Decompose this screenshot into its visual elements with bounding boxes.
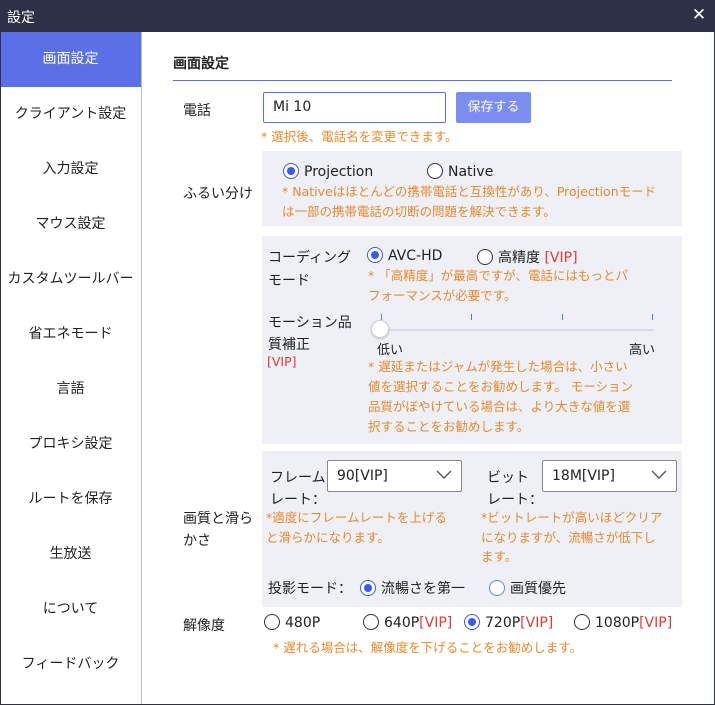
slider-tick	[652, 314, 653, 320]
sidebar-item-about[interactable]: について	[0, 582, 141, 637]
framerate-label-line2: レート：	[270, 492, 326, 508]
sidebar-item-save-route[interactable]: ルートを保存	[0, 472, 141, 527]
resolution-640p-label: 640P	[384, 615, 420, 631]
resolution-1080p-label: 1080P	[595, 615, 640, 631]
avc-hd-label: AVC-HD	[388, 248, 443, 264]
fluency-first-label: 流暢さを第一	[381, 581, 465, 597]
sidebar-item-display[interactable]: 画面設定	[0, 32, 141, 87]
framerate-hint-line1: *適度にフレームレートを上げる	[266, 510, 447, 525]
resolution-label: 解像度	[183, 618, 225, 634]
resolution-720p-radio[interactable]: 720P[VIP]	[464, 614, 553, 631]
projection-radio[interactable]: Projection	[283, 163, 373, 180]
sidebar-item-client[interactable]: クライアント設定	[0, 87, 141, 142]
framerate-hint-line2: と滑らかになります。	[266, 530, 390, 545]
radio-unchecked-icon	[427, 163, 443, 179]
motion-hint-line2: 値を選択することをお勧めします。 モーション	[368, 379, 633, 394]
sidebar-item-input[interactable]: 入力設定	[0, 142, 141, 197]
fluency-first-radio[interactable]: 流暢さを第一	[360, 578, 465, 598]
sidebar-item-language[interactable]: 言語	[0, 362, 141, 417]
slider-tick	[471, 314, 472, 320]
radio-checked-icon	[283, 163, 299, 179]
phone-name-input[interactable]: Mi 10	[263, 92, 446, 123]
motion-hint-line1: * 遅延またはジャムが発生した場合は、小さい	[368, 359, 628, 374]
settings-content: 画面設定 電話 Mi 10 保存する * 選択後、電話名を変更できます。 ふるい…	[142, 32, 715, 705]
resolution-1080p-radio[interactable]: 1080P[VIP]	[574, 614, 672, 631]
coding-hint-line2: フォーマンスが必要です。	[368, 288, 517, 303]
motion-label-line1: モーション品	[268, 315, 352, 331]
heading-divider	[173, 80, 672, 81]
resolution-640p-radio[interactable]: 640P[VIP]	[363, 614, 452, 631]
projection-mode-label: 投影モード：	[268, 581, 352, 597]
avc-hd-radio[interactable]: AVC-HD	[367, 247, 442, 264]
sidebar-item-live[interactable]: 生放送	[0, 527, 141, 582]
resolution-480p-label: 480P	[285, 615, 321, 631]
page-title: 画面設定	[173, 56, 229, 72]
phone-label: 電話	[183, 103, 211, 119]
sidebar-item-proxy[interactable]: プロキシ設定	[0, 417, 141, 472]
radio-checked-icon	[367, 247, 383, 263]
vip-badge: [VIP]	[544, 250, 578, 266]
vip-badge: [VIP]	[520, 615, 554, 631]
radio-unchecked-icon	[574, 614, 590, 630]
quality-label-line1: 画質と滑ら	[183, 511, 253, 527]
resolution-720p-label: 720P	[485, 615, 521, 631]
radio-unchecked-icon	[477, 249, 493, 265]
motion-slider-track[interactable]	[378, 329, 654, 331]
native-radio[interactable]: Native	[427, 163, 493, 180]
projection-label: Projection	[304, 164, 374, 180]
radio-checked-icon	[464, 614, 480, 630]
sidebar: 画面設定 クライアント設定 入力設定 マウス設定 カスタムツールバー 省エネモー…	[0, 32, 142, 705]
bitrate-label-line2: レート：	[487, 492, 543, 508]
sidebar-item-feedback[interactable]: フィードバック	[0, 637, 141, 692]
radio-unchecked-icon	[363, 614, 379, 630]
bitrate-value: 18M[VIP]	[552, 468, 615, 484]
radio-unchecked-icon	[264, 614, 280, 630]
motion-high-label: 高い	[629, 343, 656, 358]
split-hint-line1: * Nativeはほとんどの携帯電話と互換性があり、Projectionモード	[282, 184, 657, 199]
sidebar-item-power-save[interactable]: 省エネモード	[0, 307, 141, 362]
quality-label-line2: かさ	[183, 533, 211, 549]
phone-hint: * 選択後、電話名を変更できます。	[261, 129, 458, 144]
resolution-hint: * 遅れる場合は、解像度を下げることをお勧めします。	[273, 640, 582, 655]
close-icon[interactable]: ✕	[691, 5, 707, 25]
vip-badge: [VIP]	[639, 615, 673, 631]
vip-badge: [VIP]	[419, 615, 453, 631]
framerate-value: 90[VIP]	[337, 468, 388, 484]
native-label: Native	[448, 164, 494, 180]
sidebar-item-mouse[interactable]: マウス設定	[0, 197, 141, 252]
motion-hint-line4: 択することをお勧めします。	[368, 419, 530, 434]
coding-hint-line1: * 「高精度」が最高ですが、電話にはもっとパ	[368, 268, 628, 283]
framerate-label-line1: フレーム	[270, 470, 326, 486]
coding-label-line1: コーディング	[268, 250, 352, 266]
bitrate-hint-line1: *ビットレートが高いほどクリア	[481, 510, 663, 525]
chevron-down-icon	[436, 470, 452, 479]
slider-tick	[562, 314, 563, 320]
coding-label-line2: モード	[268, 273, 310, 289]
quality-first-radio[interactable]: 画質優先	[489, 578, 566, 598]
framerate-select[interactable]: 90[VIP]	[327, 460, 462, 492]
split-label: ふるい分け	[183, 186, 253, 202]
radio-checked-icon	[360, 580, 376, 596]
split-hint-line2: は一部の携帯電話の切断の問題を解決できます。	[282, 204, 556, 219]
bitrate-label-line1: ビット	[487, 470, 529, 486]
quality-first-label: 画質優先	[510, 581, 566, 597]
motion-low-label: 低い	[377, 343, 404, 358]
chevron-down-icon	[651, 470, 667, 479]
motion-vip-label: [VIP]	[267, 354, 297, 369]
bitrate-hint-line3: ます。	[481, 549, 518, 564]
motion-hint-line3: 品質がぼやけている場合は、より大きな値を選	[368, 399, 631, 414]
high-precision-label: 高精度	[498, 250, 540, 266]
motion-label-line2: 質補正	[268, 337, 310, 353]
resolution-480p-radio[interactable]: 480P	[264, 614, 320, 631]
save-button[interactable]: 保存する	[456, 92, 531, 123]
title-bar: 設定 ✕	[0, 0, 715, 32]
radio-unchecked-icon	[489, 580, 505, 596]
bitrate-hint-line2: になりますが、流暢さが低下し	[481, 530, 656, 545]
motion-slider-handle[interactable]	[371, 320, 389, 338]
bitrate-select[interactable]: 18M[VIP]	[542, 460, 677, 492]
high-precision-radio[interactable]: 高精度 [VIP]	[477, 247, 578, 267]
sidebar-item-custom-toolbar[interactable]: カスタムツールバー	[0, 252, 141, 307]
window-title: 設定	[7, 10, 35, 26]
